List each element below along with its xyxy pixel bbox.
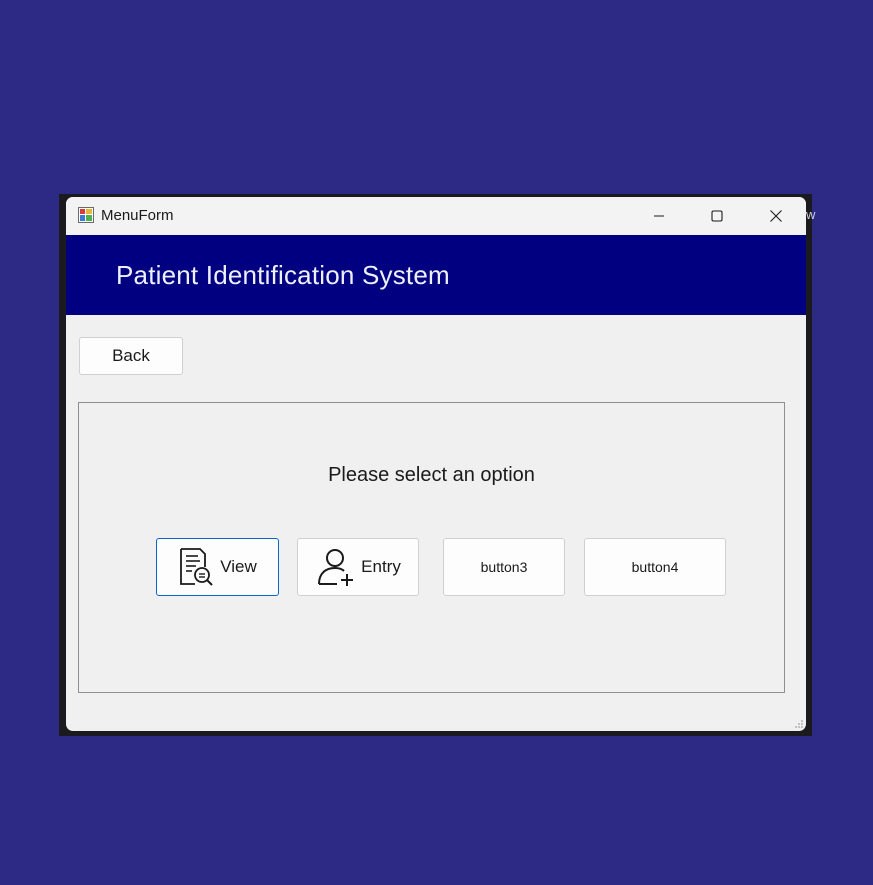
- entry-button[interactable]: Entry: [297, 538, 419, 596]
- document-search-icon: [180, 548, 213, 586]
- resize-grip-icon[interactable]: [794, 719, 804, 729]
- header-title: Patient Identification System: [116, 260, 450, 290]
- button3[interactable]: button3: [443, 538, 565, 596]
- options-panel: Please select an option View Entry butto…: [78, 402, 785, 693]
- entry-button-label: Entry: [361, 557, 401, 576]
- winforms-app-icon: [78, 207, 94, 223]
- minimize-button[interactable]: [630, 197, 688, 235]
- back-button[interactable]: Back: [79, 337, 183, 375]
- view-button-label: View: [220, 557, 257, 576]
- close-icon: [770, 210, 782, 222]
- header-banner: Patient Identification System: [66, 235, 806, 315]
- button4[interactable]: button4: [584, 538, 726, 596]
- menu-form-window: MenuForm Patient Identification System B…: [66, 197, 806, 731]
- close-button[interactable]: [747, 197, 805, 235]
- minimize-icon: [654, 215, 664, 217]
- title-bar[interactable]: MenuForm: [66, 197, 806, 235]
- add-user-icon: [318, 549, 354, 586]
- maximize-icon: [711, 210, 723, 222]
- button4-label: button4: [631, 559, 679, 575]
- button3-label: button3: [480, 559, 528, 575]
- maximize-button[interactable]: [688, 197, 746, 235]
- select-option-prompt: Please select an option: [328, 464, 535, 486]
- view-button[interactable]: View: [156, 538, 279, 596]
- window-title: MenuForm: [101, 207, 174, 224]
- background-window-text: w: [806, 207, 816, 222]
